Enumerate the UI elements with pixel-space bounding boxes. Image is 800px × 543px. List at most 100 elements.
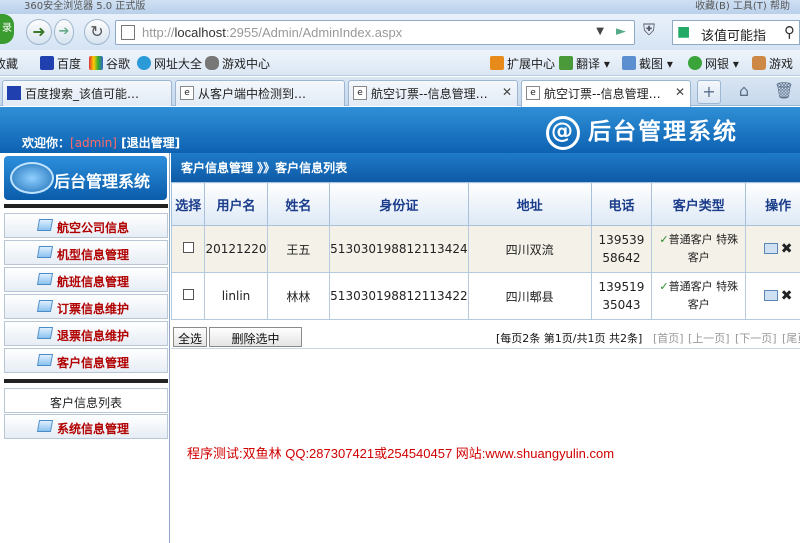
bank-button[interactable]: 网银 ▾ (688, 55, 739, 72)
sidebar-subitem-customer-list[interactable]: 客户信息列表 (4, 388, 168, 413)
tab-airline-admin-1[interactable]: e 航空订票--信息管理平台 ✕ (348, 80, 518, 106)
edit-icon[interactable] (763, 290, 778, 301)
cell-type: ✓普通客户 特殊客户 (651, 272, 747, 320)
go-icon[interactable]: ► (616, 24, 626, 39)
check-icon: ✓ (659, 233, 669, 246)
home-button[interactable]: ⌂ (726, 80, 762, 104)
last-page-link[interactable]: [尾页] (782, 330, 800, 346)
back-button[interactable]: ➜ (26, 19, 52, 45)
search-input[interactable]: 该值可能指 (701, 25, 766, 44)
menu-label: 系统信息管理 (57, 422, 130, 436)
browser-title: 360安全浏览器 5.0 正式版 (24, 1, 146, 12)
sidebar-item-flights[interactable]: 航班信息管理 (4, 267, 168, 292)
translate-icon (559, 56, 573, 70)
tab-label: 航空订票--信息管理平台 (371, 87, 491, 101)
sidebar-item-bookings[interactable]: 订票信息维护 (4, 294, 168, 319)
logout-link[interactable]: [退出管理] (121, 136, 180, 150)
sidebar-divider (4, 204, 168, 208)
tab-label: 航空订票--信息管理平台 (544, 87, 664, 101)
puzzle-icon (490, 56, 504, 70)
shield-icon[interactable]: ⛨ (643, 20, 655, 40)
col-select: 选择 (170, 182, 206, 226)
delete-selected-button[interactable]: 删除选中 (209, 327, 302, 347)
tab-security-warning[interactable]: e 从客户端中检测到有潜... (175, 80, 345, 106)
favorite-item-sites[interactable]: 网址大全 (137, 55, 202, 72)
refresh-icon: ↻ (90, 22, 104, 41)
google-icon (89, 56, 103, 70)
game-button[interactable]: 游戏 (752, 55, 793, 72)
menu-icon (36, 354, 54, 366)
sidebar-item-customers[interactable]: 客户信息管理 (4, 348, 168, 373)
cell-username: 20121220 (204, 225, 268, 273)
browser-titlebar: 360安全浏览器 5.0 正式版 收藏(B) 工具(T) 帮助 (0, 0, 800, 14)
game-icon (752, 56, 766, 70)
delete-icon[interactable]: ✖ (781, 288, 793, 304)
sidebar-item-system[interactable]: 系统信息管理 (4, 414, 168, 439)
prev-page-link[interactable]: [上一页] (688, 330, 730, 346)
forward-button[interactable]: ➔ (54, 19, 74, 45)
sidebar-item-refunds[interactable]: 退票信息维护 (4, 321, 168, 346)
trash-button[interactable]: 🗑 (772, 80, 796, 104)
page-icon: e (180, 86, 194, 100)
cell-idcard: 513030198812113424 (329, 225, 469, 273)
close-tab-icon[interactable]: ✕ (675, 85, 685, 99)
app-header: 欢迎你：[admin] [退出管理] @ 后台管理系统 (0, 107, 800, 153)
col-actions: 操作 (745, 182, 800, 226)
cell-name: 林林 (266, 272, 331, 320)
cell-type-text: 普通客户 特殊客户 (668, 280, 739, 311)
tab-label: 百度搜索_该值可能指... (25, 87, 145, 101)
select-all-button[interactable]: 全选 (173, 327, 208, 347)
cell-name: 王五 (266, 225, 331, 273)
search-engine-icon[interactable]: ■ (677, 24, 690, 40)
cell-type: ✓普通客户 特殊客户 (651, 225, 747, 273)
back-arrow-icon: ➜ (32, 22, 46, 41)
next-page-link[interactable]: [下一页] (735, 330, 777, 346)
extensions-button[interactable]: 扩展中心 (490, 55, 555, 72)
translate-button[interactable]: 翻译 ▾ (559, 55, 610, 72)
menu-label: 退票信息维护 (57, 329, 130, 343)
address-dropdown-icon[interactable]: ▼ (596, 26, 604, 37)
browser-menu[interactable]: 收藏(B) 工具(T) 帮助 (695, 0, 790, 12)
col-type: 客户类型 (651, 182, 747, 226)
search-box[interactable]: ■ 该值可能指 ⚲ (672, 20, 800, 45)
favorite-item-collect[interactable]: 收藏 (0, 55, 18, 72)
brand-title: @ 后台管理系统 (546, 112, 738, 150)
tab-label: 从客户端中检测到有潜... (198, 87, 318, 101)
refresh-button[interactable]: ↻ (84, 19, 110, 45)
address-bar[interactable]: http://localhost:2955/Admin/AdminIndex.a… (115, 20, 635, 45)
screenshot-button[interactable]: 截图 ▾ (622, 55, 673, 72)
cell-phone: 13953958642 (590, 225, 653, 273)
search-icon[interactable]: ⚲ (784, 23, 795, 41)
tab-bar: 百度搜索_该值可能指... e 从客户端中检测到有潜... e 航空订票--信息… (0, 77, 800, 107)
row-checkbox[interactable] (182, 289, 194, 300)
favorite-item-google[interactable]: 谷歌 (89, 55, 130, 72)
tab-baidu-search[interactable]: 百度搜索_该值可能指... (2, 80, 172, 106)
menu-icon (36, 219, 54, 231)
footer-credit: 程序测试:双鱼林 QQ:287307421或254540457 网站:www.s… (187, 446, 615, 461)
favorite-item-baidu[interactable]: 百度 (40, 55, 81, 72)
address-url[interactable]: http://localhost:2955/Admin/AdminIndex.a… (142, 25, 402, 40)
globe-icon (137, 56, 151, 70)
row-checkbox[interactable] (182, 242, 194, 253)
col-username: 用户名 (204, 182, 268, 226)
col-name: 姓名 (266, 182, 331, 226)
col-address: 地址 (467, 182, 592, 226)
first-page-link[interactable]: [首页] (653, 330, 684, 346)
sidebar-item-aircraft[interactable]: 机型信息管理 (4, 240, 168, 265)
at-logo-icon: @ (546, 115, 580, 150)
tab-airline-admin-2[interactable]: e 航空订票--信息管理平台 ✕ (521, 80, 691, 107)
menu-label: 机型信息管理 (57, 248, 130, 262)
favorite-item-games[interactable]: 游戏中心 (205, 55, 270, 72)
table-row: linlin 林林 513030198812113422 四川郫县 139519… (170, 272, 800, 320)
delete-icon[interactable]: ✖ (781, 241, 793, 257)
sidebar-divider (4, 379, 168, 383)
close-tab-icon[interactable]: ✕ (502, 85, 512, 99)
new-tab-button[interactable]: + (697, 80, 721, 104)
scissors-icon (622, 56, 636, 70)
customer-table: 选择 用户名 姓名 身份证 地址 电话 客户类型 操作 20121220 王五 … (170, 182, 800, 320)
edit-icon[interactable] (763, 243, 778, 254)
gamepad-icon (205, 56, 219, 70)
sidebar-item-airline-info[interactable]: 航空公司信息 (4, 213, 168, 238)
forward-arrow-icon: ➔ (58, 24, 70, 39)
page-icon: e (526, 86, 540, 100)
